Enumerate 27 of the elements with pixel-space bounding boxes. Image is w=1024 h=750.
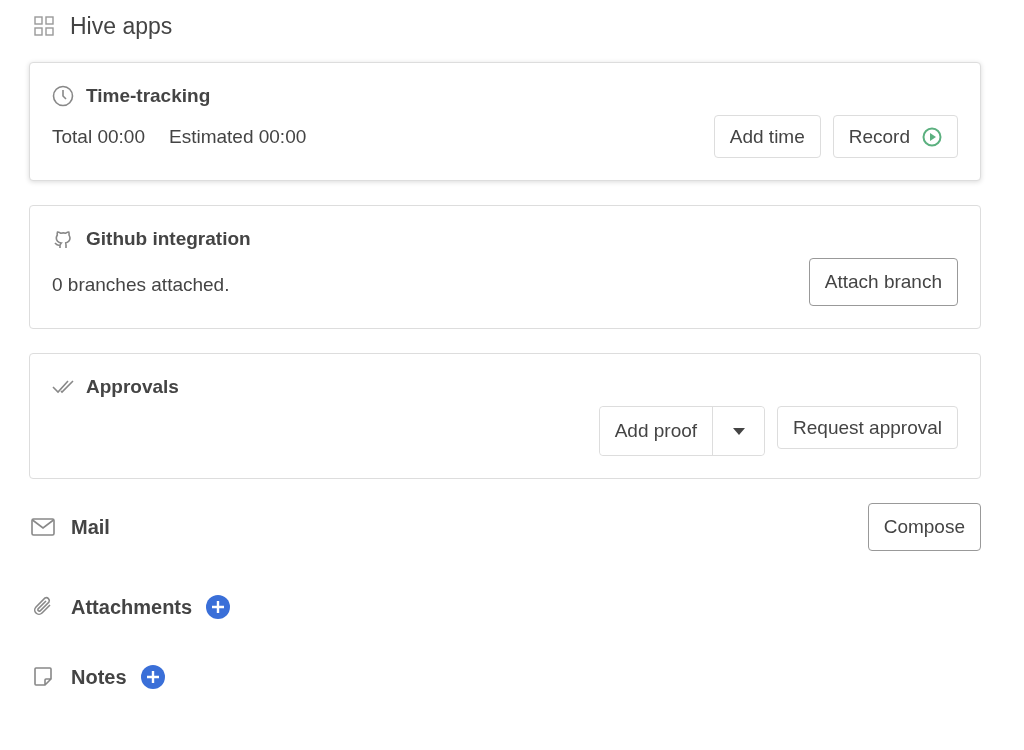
card-title: Approvals xyxy=(86,376,179,398)
card-title: Time-tracking xyxy=(86,85,211,107)
clock-icon xyxy=(52,85,74,107)
add-button[interactable] xyxy=(140,665,165,689)
grid-icon xyxy=(34,16,54,36)
envelope-icon xyxy=(31,518,55,536)
section-title: Attachments xyxy=(71,595,193,619)
button[interactable]: Compose xyxy=(867,503,981,551)
double-check-icon xyxy=(52,378,74,396)
detail-text: 0 branches attached. xyxy=(52,274,230,296)
record-button[interactable]: Record xyxy=(832,115,958,158)
add-button[interactable] xyxy=(206,595,231,619)
section-title: Notes xyxy=(71,665,127,689)
cat-icon xyxy=(52,228,74,250)
detail-text: Estimated 00:00 xyxy=(168,126,307,148)
card-title: Github integration xyxy=(86,228,251,250)
button[interactable]: Add time xyxy=(713,115,821,158)
play-icon xyxy=(922,126,942,147)
button[interactable]: Attach branch xyxy=(808,258,958,306)
section-title: Mail xyxy=(71,515,110,539)
caret-icon xyxy=(732,427,745,435)
page-title: Hive apps xyxy=(70,12,173,40)
note-icon xyxy=(33,667,53,687)
button[interactable]: Request approval xyxy=(777,406,958,449)
add-proof-button[interactable]: Add proof xyxy=(599,407,714,455)
detail-text: Total 00:00 xyxy=(52,126,145,148)
paperclip-icon xyxy=(32,596,54,618)
